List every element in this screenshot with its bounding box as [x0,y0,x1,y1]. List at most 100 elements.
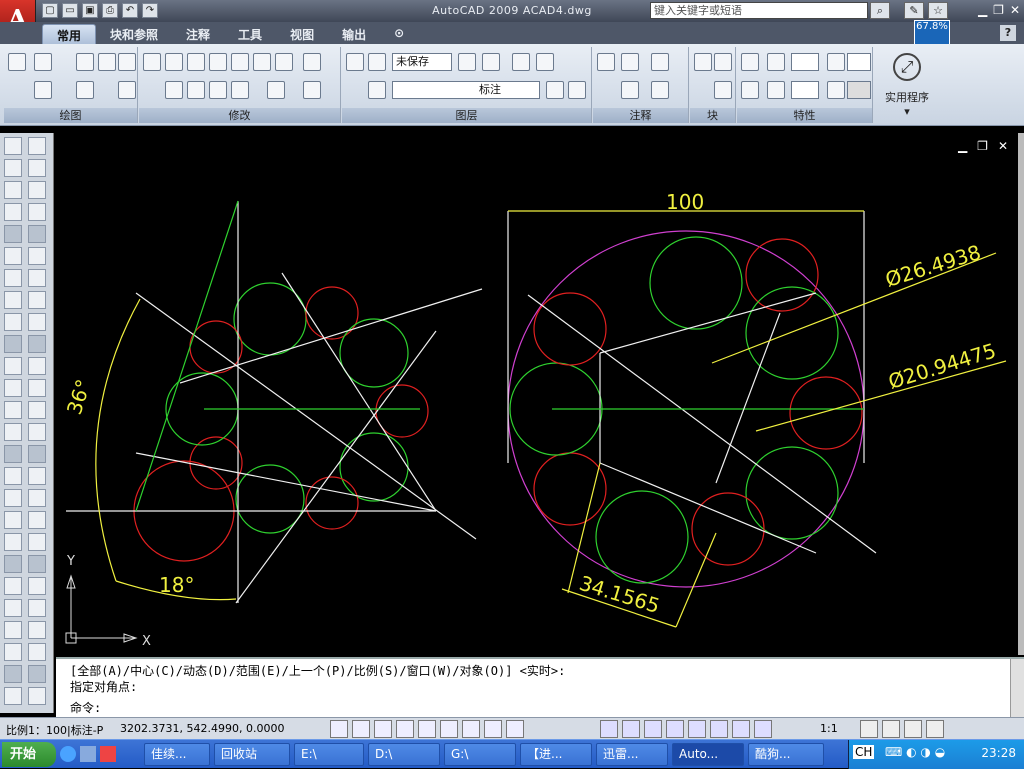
task-item-d-drive[interactable]: D:\ [368,743,440,766]
osnap-icon[interactable] [418,720,436,738]
pan-icon[interactable] [688,720,706,738]
ellipse-icon[interactable] [76,81,94,99]
rotate-tool-icon[interactable] [28,467,46,485]
polyline-icon[interactable] [34,53,52,71]
dim-baseline-icon[interactable] [28,665,46,683]
color-select[interactable] [791,53,819,71]
linetype-icon[interactable] [767,81,785,99]
layer-state-icon[interactable] [368,53,386,71]
grid-icon[interactable] [352,720,370,738]
task-item-autocad[interactable]: Auto... [672,743,744,766]
steeringwheel-icon[interactable] [732,720,750,738]
dim-ordinate-icon[interactable] [28,599,46,617]
annotation-visibility-icon[interactable] [860,720,878,738]
dim-textedit-icon[interactable] [4,335,22,353]
erase-icon[interactable] [165,81,183,99]
restore-icon[interactable]: ❐ [993,3,1004,17]
command-scrollbar[interactable] [1010,659,1024,717]
favorites-icon[interactable]: ☆ [928,2,948,19]
layout2-icon[interactable] [644,720,662,738]
block-tool-icon[interactable] [28,379,46,397]
layer-tool-icon[interactable] [4,379,22,397]
dim-baseline-icon[interactable] [28,225,46,243]
copy-icon[interactable] [165,53,183,71]
office-icon[interactable] [100,746,116,762]
edit-block-icon[interactable] [714,81,732,99]
copy-tool-icon[interactable] [4,423,22,441]
redo-icon[interactable]: ↷ [142,3,158,18]
spell-tool-icon[interactable] [28,555,46,573]
hatch-icon[interactable] [118,81,136,99]
array-icon[interactable] [303,53,321,71]
communication-icon[interactable]: ✎ [904,2,924,19]
lweight-icon[interactable] [506,720,524,738]
dim-radius-icon[interactable] [4,181,22,199]
zoom-icon[interactable] [710,720,728,738]
dim-jogged-icon[interactable] [28,621,46,639]
layer-walk-icon[interactable] [568,81,586,99]
task-item-g-drive[interactable]: G:\ [444,743,516,766]
task-item-1[interactable]: 佳续... [144,743,210,766]
dim-linear-icon[interactable] [4,137,22,155]
layer-previous-icon[interactable] [546,81,564,99]
table-icon[interactable] [621,81,639,99]
rectangle-icon[interactable] [118,53,136,71]
close-icon[interactable]: ✕ [1010,3,1020,17]
annotation-scale[interactable]: 1:1 [820,722,838,735]
dim-tolerance-icon[interactable] [28,269,46,287]
lineweight-select[interactable] [847,53,871,71]
task-item-xunlei[interactable]: 迅雷... [596,743,668,766]
task-item-kugou[interactable]: 酷狗... [748,743,824,766]
layer-off-icon[interactable] [512,53,530,71]
scale-icon[interactable] [253,53,271,71]
plot-style-select[interactable] [847,81,871,99]
search-input[interactable]: 键入关键字或短语 [650,2,868,19]
dim-angular-icon[interactable] [28,203,46,221]
media-icon[interactable] [80,746,96,762]
style-tool-icon[interactable] [4,555,22,573]
stretch-tool-icon[interactable] [28,489,46,507]
utilities-panel[interactable]: ⤢ 实用程序 ▾ [876,47,938,123]
fillet-icon[interactable] [267,81,285,99]
match-tool-icon[interactable] [4,401,22,419]
ducs-icon[interactable] [462,720,480,738]
rotate-icon[interactable] [187,53,205,71]
lineweight-icon[interactable] [827,53,845,71]
dim-quick-icon[interactable] [4,665,22,683]
insert-block-icon[interactable] [694,53,712,71]
erase-tool-icon[interactable] [28,401,46,419]
linetype-select[interactable] [791,81,819,99]
dim-arc-icon[interactable] [4,599,22,617]
layer-properties-icon[interactable] [346,53,364,71]
color-wheel-icon[interactable] [767,53,785,71]
layer-state-select[interactable]: 未保存 [392,53,452,71]
viewport-close-icon[interactable]: ✕ [998,139,1008,153]
stretch-icon[interactable] [231,53,249,71]
utilities-expand-icon[interactable]: ▾ [876,105,938,118]
dim-radius-icon[interactable] [4,621,22,639]
dim-aligned-icon[interactable] [28,137,46,155]
leader-icon[interactable] [651,81,669,99]
task-item-e-drive[interactable]: E:\ [294,743,364,766]
snap-icon[interactable] [330,720,348,738]
match-properties-icon[interactable] [741,53,759,71]
input-language[interactable]: CH [853,745,875,759]
viewport-minimize-icon[interactable]: ▁ [958,139,967,153]
join-icon[interactable] [231,81,249,99]
quickview-icon[interactable] [666,720,684,738]
layer-freeze-icon[interactable] [482,53,500,71]
offset-tool-icon[interactable] [4,445,22,463]
dim-aligned-icon[interactable] [28,577,46,595]
dim-jog-icon[interactable] [4,313,22,331]
layer-prev-icon[interactable] [28,357,46,375]
search-icon[interactable]: ⌕ [870,2,890,19]
array-tool-icon[interactable] [28,445,46,463]
current-layer-select[interactable]: 标注 [392,81,540,99]
offset-icon[interactable] [303,81,321,99]
model-icon[interactable] [600,720,618,738]
layer-isolate-icon[interactable] [458,53,476,71]
layout1-icon[interactable] [622,720,640,738]
extend-tool-icon[interactable] [28,511,46,529]
dim-space-icon[interactable] [28,247,46,265]
dim-break-icon[interactable] [4,269,22,287]
